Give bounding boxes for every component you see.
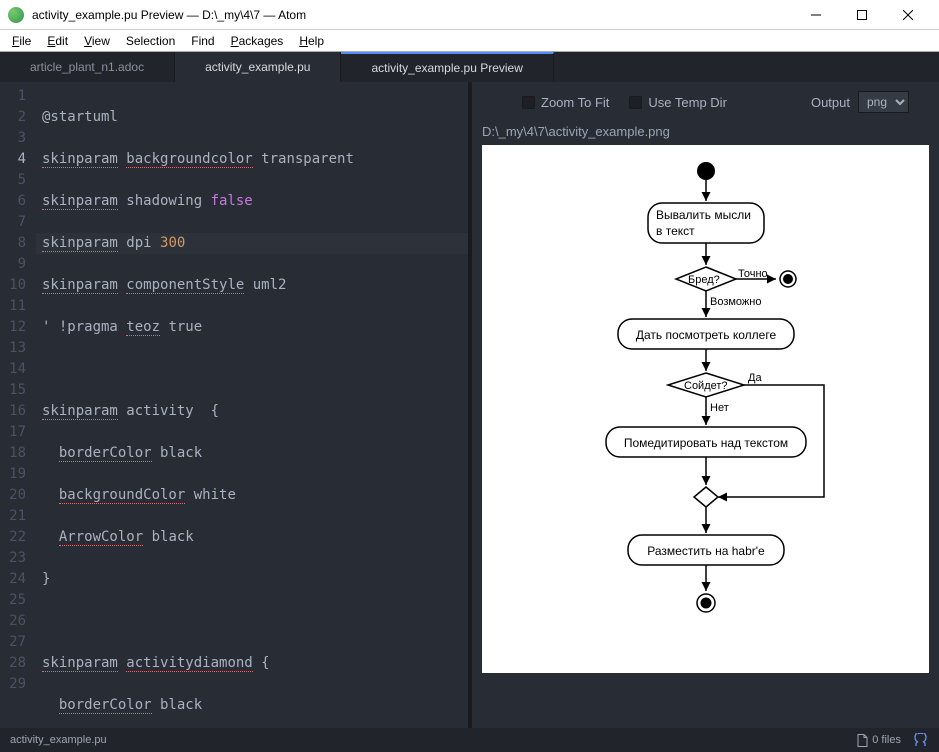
file-icon	[857, 734, 868, 747]
svg-text:Дать посмотреть коллеге: Дать посмотреть коллеге	[635, 328, 776, 342]
menu-help[interactable]: Help	[291, 32, 332, 50]
window-close-button[interactable]	[885, 0, 931, 30]
svg-text:Точно: Точно	[738, 268, 768, 280]
activity-diagram: Вывалить мысли в текст Бред? Точно Возмо…	[576, 159, 836, 659]
svg-text:Нет: Нет	[710, 402, 729, 414]
menu-packages[interactable]: Packages	[223, 32, 292, 50]
menu-selection[interactable]: Selection	[118, 32, 183, 50]
svg-text:Возможно: Возможно	[710, 296, 761, 308]
svg-text:Бред?: Бред?	[688, 274, 720, 286]
status-bar: activity_example.pu 0 files	[0, 728, 939, 752]
code-editor[interactable]: 1234567891011121314151617181920212223242…	[0, 82, 468, 728]
line-gutter: 1234567891011121314151617181920212223242…	[0, 82, 36, 728]
svg-text:в текст: в текст	[656, 224, 695, 238]
menu-find[interactable]: Find	[183, 32, 222, 50]
window-minimize-button[interactable]	[793, 0, 839, 30]
svg-text:Вывалить мысли: Вывалить мысли	[656, 208, 751, 222]
tab-bar: article_plant_n1.adoc activity_example.p…	[0, 52, 939, 82]
svg-text:Да: Да	[748, 372, 762, 384]
app-icon	[8, 7, 24, 23]
menu-view[interactable]: View	[76, 32, 118, 50]
tab-preview[interactable]: activity_example.pu Preview	[341, 52, 553, 82]
preview-image: Вывалить мысли в текст Бред? Точно Возмо…	[482, 145, 929, 673]
menu-bar: File Edit View Selection Find Packages H…	[0, 30, 939, 52]
svg-text:Сойдет?: Сойдет?	[684, 380, 728, 392]
menu-file[interactable]: File	[4, 32, 39, 50]
zoom-to-fit-checkbox[interactable]: Zoom To Fit	[522, 95, 609, 110]
use-temp-dir-checkbox[interactable]: Use Temp Dir	[629, 95, 727, 110]
svg-text:Разместить на habr'е: Разместить на habr'е	[647, 544, 765, 558]
svg-text:Помедитировать над текстом: Помедитировать над текстом	[623, 436, 787, 450]
output-format-select[interactable]: png	[858, 91, 909, 113]
status-files[interactable]: 0 files	[857, 734, 901, 747]
window-maximize-button[interactable]	[839, 0, 885, 30]
tab-article[interactable]: article_plant_n1.adoc	[0, 52, 175, 82]
preview-pane: Zoom To Fit Use Temp Dir Output png D:\_…	[468, 82, 939, 728]
window-title: activity_example.pu Preview — D:\_my\4\7…	[32, 8, 793, 22]
preview-path: D:\_my\4\7\activity_example.png	[472, 122, 939, 141]
status-filename[interactable]: activity_example.pu	[10, 734, 107, 746]
status-github-icon[interactable]	[913, 733, 929, 747]
output-label: Output	[811, 95, 850, 110]
code-content[interactable]: @startuml skinparam backgroundcolor tran…	[36, 82, 468, 728]
preview-toolbar: Zoom To Fit Use Temp Dir Output png	[472, 82, 939, 122]
menu-edit[interactable]: Edit	[39, 32, 76, 50]
tab-activity-example[interactable]: activity_example.pu	[175, 52, 341, 82]
window-titlebar: activity_example.pu Preview — D:\_my\4\7…	[0, 0, 939, 30]
